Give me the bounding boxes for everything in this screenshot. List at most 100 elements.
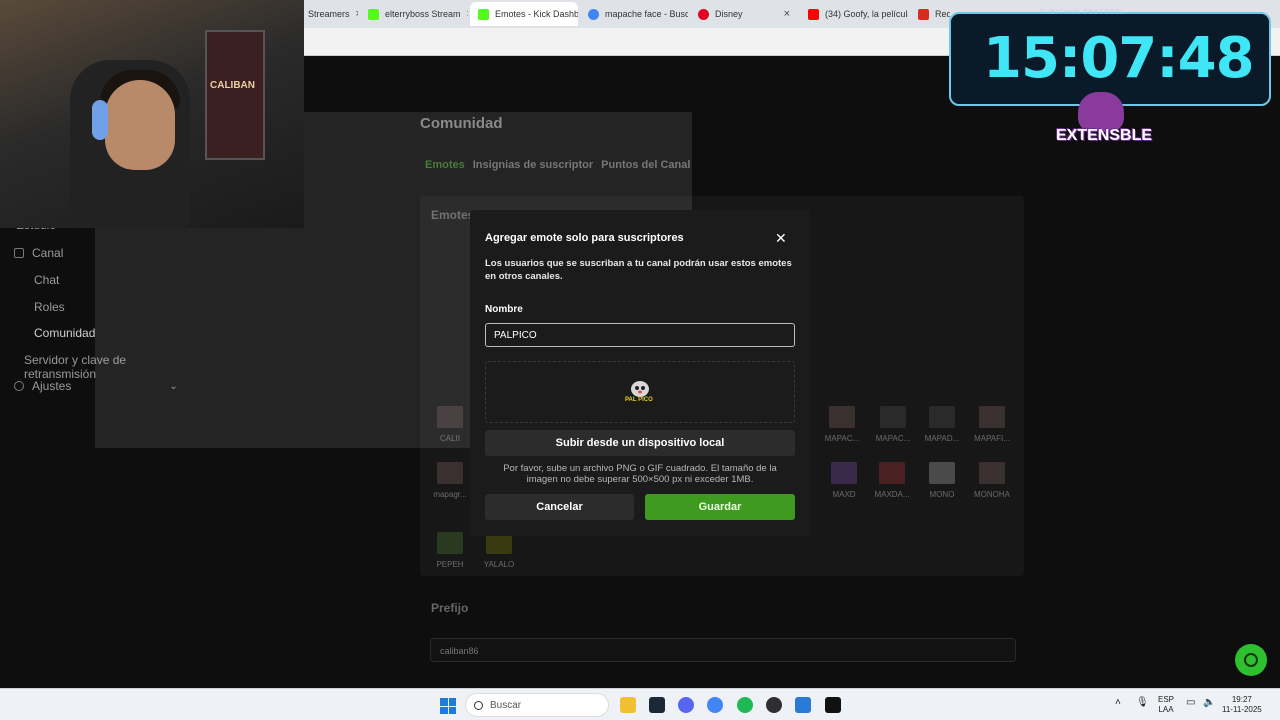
redis-icon xyxy=(918,8,929,20)
mascot-text: EXTENSBLE xyxy=(1056,127,1153,144)
sidebar-item-label: Chat xyxy=(34,273,60,287)
sidebar-item-label: Ajustes xyxy=(32,379,72,393)
obs-icon[interactable] xyxy=(766,697,782,713)
emote-name: PEPEH xyxy=(436,560,464,569)
sidebar-item-label: Roles xyxy=(34,300,65,314)
close-icon[interactable]: × xyxy=(356,8,358,20)
emote-name: MAPAC... xyxy=(875,434,911,443)
emote-name: MONOHA xyxy=(974,490,1010,499)
upload-help-text: Por favor, sube un archivo PNG o GIF cua… xyxy=(503,463,777,485)
language-code: ESP xyxy=(1158,695,1175,704)
tab-label: Disney xyxy=(715,9,743,19)
tab-label: (34) Goofy, la película xyxy=(825,9,908,19)
modal-title: Agregar emote solo para suscriptores xyxy=(485,232,684,244)
tab-label: Emotes - Kick Dashboard xyxy=(495,9,578,19)
youtube-icon xyxy=(808,8,819,20)
poster-text: CALIBAN xyxy=(210,80,255,91)
support-chat-button[interactable] xyxy=(1235,644,1267,676)
emote-image xyxy=(880,406,906,428)
gear-icon xyxy=(14,381,24,391)
sidebar-item-community[interactable]: Comunidad xyxy=(34,326,95,340)
community-tabs: Emotes Insignias de suscriptor Puntos de… xyxy=(425,159,690,171)
volume-icon[interactable]: 🔈 xyxy=(1203,698,1215,708)
tab-label: Streamers xyxy=(308,9,350,19)
browser-tab[interactable]: Disney × xyxy=(690,2,798,26)
steam-icon[interactable] xyxy=(649,697,665,713)
poster xyxy=(205,30,265,160)
emote-preview-image: PAL PICO xyxy=(625,379,653,405)
taskbar-search[interactable]: Buscar xyxy=(465,693,609,717)
emote-image xyxy=(979,406,1005,428)
prefix-input[interactable]: caliban86 xyxy=(430,638,1016,662)
close-icon[interactable]: × xyxy=(784,8,790,20)
close-icon[interactable]: ✕ xyxy=(775,230,787,247)
emote-name: MAPAC... xyxy=(824,434,860,443)
page-title: Comunidad xyxy=(420,115,503,132)
google-icon xyxy=(588,8,599,20)
timer-label: SUBATHON PROTOCOL xyxy=(1040,10,1126,16)
sidebar-item-roles[interactable]: Roles xyxy=(34,300,65,314)
emote-image xyxy=(979,462,1005,484)
cancel-button[interactable]: Cancelar xyxy=(485,494,634,520)
chevron-up-icon[interactable]: ˄ xyxy=(1115,698,1121,708)
webcam-overlay: CALIBAN xyxy=(0,0,304,228)
browser-tab[interactable]: elterryboss Stream × xyxy=(360,2,468,26)
emote-tile[interactable]: MONOHA xyxy=(962,462,1022,499)
emote-name: mapagr... xyxy=(433,490,467,499)
keyboard-layout: LAA xyxy=(1158,705,1174,714)
browser-tab[interactable]: (34) Goofy, la película × xyxy=(800,2,908,26)
photos-icon[interactable] xyxy=(795,697,811,713)
search-placeholder: Buscar xyxy=(490,700,522,711)
upload-button[interactable]: Subir desde un dispositivo local xyxy=(485,430,795,456)
emote-name: MONO xyxy=(929,490,955,499)
name-label: Nombre xyxy=(485,304,523,315)
emote-name: MAPAD... xyxy=(924,434,960,443)
save-button[interactable]: Guardar xyxy=(645,494,795,520)
tab-subscriber-badges[interactable]: Insignias de suscriptor xyxy=(473,159,593,171)
discord-icon[interactable] xyxy=(678,697,694,713)
browser-tab[interactable]: mapache face - Buscar × xyxy=(580,2,688,26)
sidebar-item-chat[interactable]: Chat xyxy=(34,273,59,287)
emote-image xyxy=(831,462,857,484)
headset-icon xyxy=(1244,653,1258,667)
emote-name: YALALO xyxy=(483,560,515,569)
emote-image xyxy=(929,406,955,428)
gorilla-mascot-icon xyxy=(1078,92,1124,132)
preview-label: PAL PICO xyxy=(625,397,653,403)
spotify-icon[interactable] xyxy=(737,697,753,713)
microphone-icon[interactable]: 🎙 xyxy=(1136,698,1149,708)
emote-image xyxy=(437,462,463,484)
browser-tab[interactable]: Redis xyxy=(910,2,950,26)
capcut-icon[interactable] xyxy=(825,697,841,713)
emote-name-input[interactable] xyxy=(485,323,795,347)
pinterest-icon xyxy=(698,8,709,20)
emote-image xyxy=(879,462,905,484)
close-icon[interactable]: × xyxy=(467,8,468,20)
chrome-icon[interactable] xyxy=(707,697,723,713)
browser-tab[interactable]: Streamers × xyxy=(300,2,358,26)
sidebar-item-label: Comunidad xyxy=(34,326,96,340)
headset-icon xyxy=(92,100,108,140)
clock-time: 19:27 xyxy=(1231,695,1252,704)
tab-channel-points[interactable]: Puntos del Canal xyxy=(601,159,690,171)
kick-icon xyxy=(478,8,489,20)
tab-emotes[interactable]: Emotes xyxy=(425,159,465,171)
emote-tile[interactable]: YALALO xyxy=(469,532,529,569)
windows-taskbar: Buscar ˄ 🎙 ESP LAA ▭ 🔈 19:27 11-11-2025 xyxy=(0,688,1280,720)
file-explorer-icon[interactable] xyxy=(620,697,636,713)
language-indicator[interactable]: ESP LAA xyxy=(1158,695,1174,715)
clock[interactable]: 19:27 11-11-2025 xyxy=(1222,695,1262,715)
tab-label: Redis xyxy=(935,9,950,19)
emote-name: MAXD xyxy=(832,490,856,499)
windows-start-icon[interactable] xyxy=(440,698,456,714)
modal-description: Los usuarios que se suscriban a tu canal… xyxy=(485,258,792,282)
emote-name: MAPAFI... xyxy=(974,434,1010,443)
network-icon[interactable]: ▭ xyxy=(1186,698,1195,708)
sidebar-item-channel[interactable]: Canal xyxy=(14,246,63,260)
emote-image xyxy=(437,532,463,554)
emote-tile[interactable]: MAPAFI... xyxy=(962,406,1022,443)
channel-icon xyxy=(14,248,24,258)
browser-tab-active[interactable]: Emotes - Kick Dashboard × xyxy=(470,2,578,26)
streamer-face xyxy=(105,80,175,170)
emote-image xyxy=(929,462,955,484)
